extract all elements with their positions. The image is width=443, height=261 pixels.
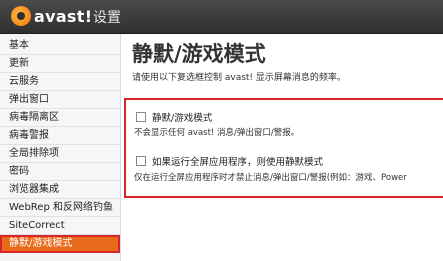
- sidebar-item-virus-chest[interactable]: 病毒隔离区: [0, 109, 120, 127]
- sidebar: 基本 更新 云服务 弹出窗口 病毒隔离区 病毒警报 全局排除项 密码 浏览器集成…: [0, 34, 121, 261]
- sidebar-item-basic[interactable]: 基本: [0, 37, 120, 55]
- fullscreen-silent-checkbox[interactable]: [136, 156, 146, 166]
- logo-text: avast!: [34, 6, 93, 26]
- sidebar-item-password[interactable]: 密码: [0, 163, 120, 181]
- sidebar-item-cloud-services[interactable]: 云服务: [0, 73, 120, 91]
- page-description: 请使用以下复选框控制 avast! 显示屏幕消息的频率。: [132, 73, 346, 83]
- fullscreen-silent-option[interactable]: 如果运行全屏应用程序，则使用静默模式: [136, 154, 323, 168]
- silent-mode-label[interactable]: 静默/游戏模式: [152, 110, 212, 124]
- avast-logo-icon: [11, 6, 31, 26]
- sidebar-item-update[interactable]: 更新: [0, 55, 120, 73]
- fullscreen-silent-label[interactable]: 如果运行全屏应用程序，则使用静默模式: [152, 154, 323, 168]
- silent-mode-option[interactable]: 静默/游戏模式: [136, 110, 212, 124]
- sidebar-item-virus-alerts[interactable]: 病毒警报: [0, 127, 120, 145]
- avast-logo: avast!: [11, 6, 92, 26]
- silent-mode-checkbox[interactable]: [136, 112, 146, 122]
- sidebar-item-webrep[interactable]: WebRep 和反网络钓鱼: [0, 199, 120, 217]
- title-bar: avast! 设置: [0, 0, 443, 34]
- sidebar-item-browser-integration[interactable]: 浏览器集成: [0, 181, 120, 199]
- sidebar-item-popups[interactable]: 弹出窗口: [0, 91, 120, 109]
- sidebar-item-sitecorrect[interactable]: SiteCorrect: [0, 217, 120, 235]
- page-title: 静默/游戏模式: [132, 42, 266, 66]
- window-title: 设置: [93, 10, 121, 26]
- silent-mode-description: 不会显示任何 avast! 消息/弹出窗口/警报。: [134, 128, 300, 138]
- sidebar-item-silent-gaming-mode[interactable]: 静默/游戏模式: [0, 235, 120, 253]
- sidebar-item-global-exclusions[interactable]: 全局排除项: [0, 145, 120, 163]
- fullscreen-silent-description: 仅在运行全屏应用程序时才禁止消息/弹出窗口/警报(例如：游戏、Power: [134, 173, 407, 183]
- options-group: 静默/游戏模式 不会显示任何 avast! 消息/弹出窗口/警报。 如果运行全屏…: [124, 98, 443, 198]
